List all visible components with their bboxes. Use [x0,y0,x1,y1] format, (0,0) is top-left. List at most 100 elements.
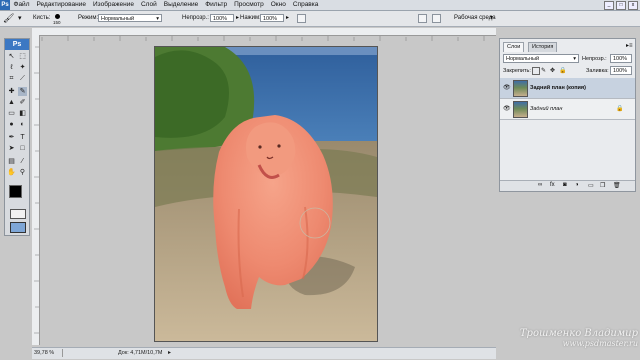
panel-opacity-value: 100% [613,56,628,62]
layer-mask-icon[interactable]: ◙ [563,182,567,188]
blend-mode-select[interactable]: Нормальный ▾ [503,54,579,63]
new-layer-icon[interactable]: ❐ [600,182,605,189]
delete-layer-icon[interactable]: 🗑 [613,182,621,189]
blur-tool-icon[interactable]: ● [7,120,16,129]
lock-paint-icon[interactable]: ✎ [541,67,546,74]
lock-all-icon[interactable]: 🔒 [559,67,566,74]
document-info[interactable]: Док: 4,71М/10,7М [118,350,162,356]
panel-opacity-input[interactable]: 100% [610,54,632,63]
zoom-level[interactable]: 39,78 % [34,350,54,356]
lock-transparent-icon[interactable] [532,67,540,75]
watermark-url: www.psdmaster.ru [562,339,638,348]
tab-history[interactable]: История [528,42,558,52]
status-bar: 39,78 % Док: 4,71М/10,7М ▸ [32,347,496,359]
airbrush-toggle-icon[interactable] [297,14,306,23]
lock-move-icon[interactable]: ✥ [550,67,555,74]
shape-tool-icon[interactable]: □ [18,144,27,153]
path-selection-tool-icon[interactable]: ➤ [7,144,16,153]
opacity-input-value: 100% [213,16,228,22]
chevron-down-icon[interactable]: ▾ [18,14,22,22]
panel-opacity-label: Непрозр.: [582,56,607,62]
lock-label: Закрепить: [503,68,531,74]
palette-well-icon[interactable] [418,14,427,23]
brush-label: Кисть: [33,15,51,21]
opacity-input[interactable]: 100% [210,14,234,22]
menu-item-edit[interactable]: Редактирование [33,0,90,10]
new-group-icon[interactable]: ▭ [588,182,594,189]
magic-wand-tool-icon[interactable]: ✦ [18,63,27,72]
gradient-tool-icon[interactable]: ◧ [18,109,27,118]
foreground-color-swatch[interactable] [9,185,22,198]
link-layers-icon[interactable]: ∞ [538,182,542,188]
ruler-horizontal [32,28,496,41]
menu-item-file[interactable]: Файл [10,0,33,10]
brush-size-value: 150 [53,20,61,25]
ruler-vertical [32,35,40,345]
brush-tool-icon[interactable]: ✎ [18,87,27,96]
layer-name: Задний план (копия) [530,85,586,91]
chevron-down-icon[interactable]: ▸ [236,14,239,21]
options-bar: 🖌 ▾ Кисть: 150 Режим: Нормальный ▾ Непро… [0,11,640,27]
close-button[interactable]: x [628,1,638,10]
lasso-tool-icon[interactable]: ℓ [7,63,16,72]
history-brush-tool-icon[interactable]: ✐ [18,98,27,107]
marquee-tool-icon[interactable]: ⬚ [18,52,27,61]
healing-tool-icon[interactable]: ✚ [7,87,16,96]
menu-item-filter[interactable]: Фильтр [202,0,231,10]
minimize-button[interactable]: _ [604,1,614,10]
maximize-button[interactable]: □ [616,1,626,10]
screen-mode-icon[interactable] [10,222,26,233]
notes-tool-icon[interactable]: ▤ [7,157,16,166]
crop-tool-icon[interactable]: ⌗ [7,74,16,83]
zoom-tool-icon[interactable]: ⚲ [18,168,27,177]
menu-item-image[interactable]: Изображение [90,0,138,10]
toolbox: Ps ↖ ⬚ ℓ ✦ ⌗ ⟋ ✚ ✎ ▲ ✐ ▭ ◧ ● ◐ ✒ T ➤ □ ▤… [4,38,30,236]
flow-input[interactable]: 100% [260,14,284,22]
fill-label: Заливка: [586,68,609,74]
chevron-down-icon: ▾ [573,56,576,62]
toolbox-logo: Ps [5,39,29,50]
layer-thumbnail [513,101,528,118]
chevron-down-icon[interactable]: ▾ [490,14,493,21]
tab-layers[interactable]: Слои [503,42,525,52]
dodge-tool-icon[interactable]: ◐ [18,120,27,129]
adjustment-layer-icon[interactable]: ◑ [575,182,579,188]
layer-name: Задний план [530,106,563,112]
mode-select[interactable]: Нормальный ▾ [98,14,162,22]
layer-row-background[interactable]: 👁 Задний план 🔒 [500,99,635,120]
brush-preview-icon[interactable] [55,14,60,19]
status-menu-arrow-icon[interactable]: ▸ [168,349,171,356]
menu-item-window[interactable]: Окно [267,0,289,10]
menu-item-view[interactable]: Просмотр [231,0,268,10]
watermark: Трошменко Владимир www.psdmaster.ru [470,328,638,358]
mode-label: Режим: [78,15,99,21]
brush-tool-icon[interactable]: 🖌 [3,13,14,24]
stamp-tool-icon[interactable]: ▲ [7,98,16,107]
panel-menu-icon[interactable]: ▸≡ [626,42,633,49]
eyedropper-tool-icon[interactable]: ⁄ [18,157,27,166]
flow-label: Нажим: [240,15,261,21]
document-canvas[interactable] [154,46,378,342]
move-tool-icon[interactable]: ↖ [7,52,16,61]
layers-panel-footer: ∞ fx ◙ ◑ ▭ ❐ 🗑 [500,180,635,191]
layer-style-icon[interactable]: fx [550,182,555,188]
layer-thumbnail [513,80,528,97]
menu-item-layer[interactable]: Слой [137,0,160,10]
blend-mode-value: Нормальный [506,56,540,62]
flow-input-value: 100% [263,16,278,22]
menu-item-help[interactable]: Справка [289,0,322,10]
slice-tool-icon[interactable]: ⟋ [18,74,27,83]
menu-item-select[interactable]: Выделение [160,0,201,10]
layer-row-background-copy[interactable]: 👁 Задний план (копия) [500,78,635,99]
visibility-eye-icon[interactable]: 👁 [503,106,511,112]
eraser-tool-icon[interactable]: ▭ [7,109,16,118]
layers-panel: Слои История ▸≡ Нормальный ▾ Непрозр.: 1… [499,38,636,192]
hand-tool-icon[interactable]: ✋ [7,168,16,177]
visibility-eye-icon[interactable]: 👁 [503,85,511,91]
chevron-down-icon[interactable]: ▸ [286,14,289,21]
workspace-icon[interactable] [432,14,441,23]
type-tool-icon[interactable]: T [18,133,27,142]
fill-input[interactable]: 100% [610,66,632,75]
quick-mask-icon[interactable] [10,209,26,219]
pen-tool-icon[interactable]: ✒ [7,133,16,142]
